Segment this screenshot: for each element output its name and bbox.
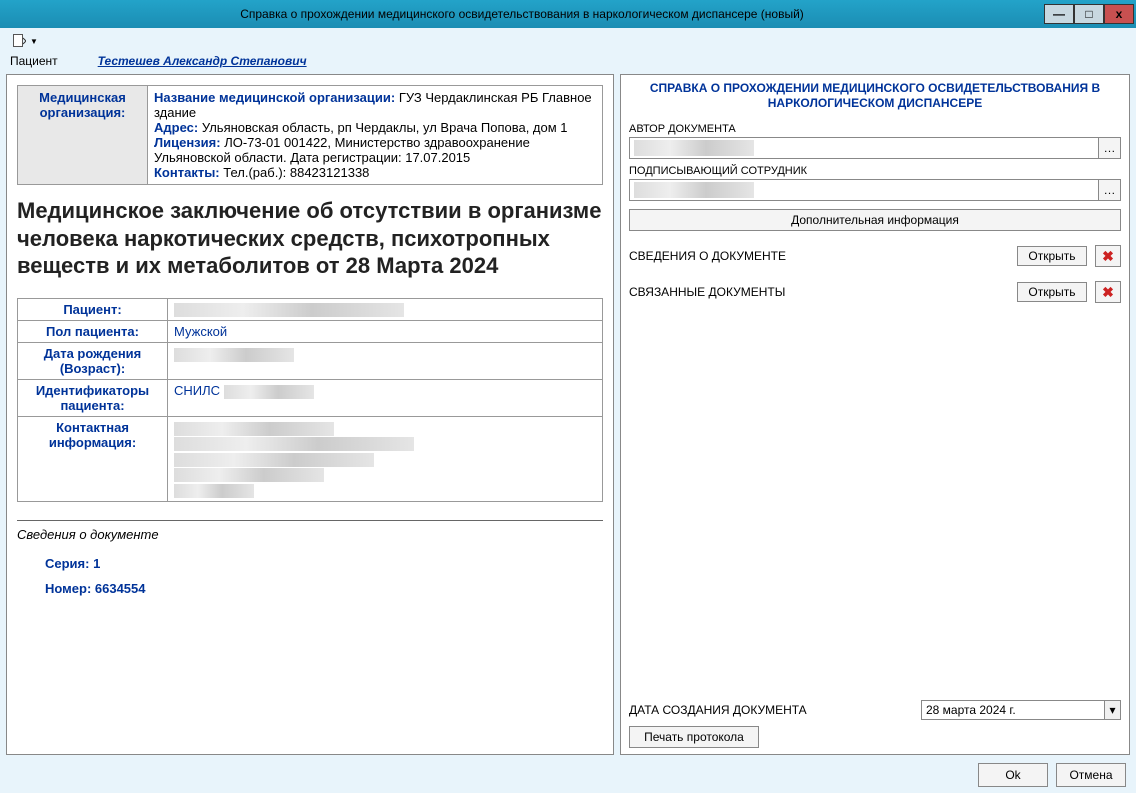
signer-input[interactable]: [629, 179, 1099, 201]
date-row: ДАТА СОЗДАНИЯ ДОКУМЕНТА 28 марта 2024 г.…: [629, 700, 1121, 720]
patient-link[interactable]: Тестешев Александр Степанович: [98, 54, 307, 68]
pt-dob-label: Дата рождения (Возраст):: [18, 343, 168, 380]
signer-label: ПОДПИСЫВАЮЩИЙ СОТРУДНИК: [629, 165, 1121, 177]
app-body: ▼ Пациент Тестешев Александр Степанович …: [0, 28, 1136, 793]
org-value-cell: Название медицинской организации: ГУЗ Че…: [148, 86, 603, 185]
related-docs-delete-button[interactable]: ✖: [1095, 281, 1121, 303]
org-table: Медицинская организация: Название медици…: [17, 85, 603, 185]
close-button[interactable]: x: [1104, 4, 1134, 24]
document-menu-icon[interactable]: [10, 32, 28, 50]
window-controls: — □ x: [1044, 4, 1134, 24]
maximize-button[interactable]: □: [1074, 4, 1104, 24]
extra-info-button[interactable]: Дополнительная информация: [629, 209, 1121, 231]
window-title: Справка о прохождении медицинского освид…: [0, 7, 1044, 21]
org-lic-label: Лицензия:: [154, 135, 221, 150]
author-label: АВТОР ДОКУМЕНТА: [629, 123, 1121, 135]
ok-button[interactable]: Ok: [978, 763, 1048, 787]
date-dropdown-icon[interactable]: ▾: [1104, 701, 1120, 719]
pt-sex-label: Пол пациента:: [18, 321, 168, 343]
print-protocol-button[interactable]: Печать протокола: [629, 726, 759, 748]
main-split: Медицинская организация: Название медици…: [6, 74, 1130, 755]
related-docs-label: СВЯЗАННЫЕ ДОКУМЕНТЫ: [629, 285, 1009, 299]
org-row-label: Медицинская организация:: [18, 86, 148, 185]
doc-info-row-label: СВЕДЕНИЯ О ДОКУМЕНТЕ: [629, 249, 1009, 263]
patient-bar: Пациент Тестешев Александр Степанович: [6, 52, 1130, 74]
date-input[interactable]: 28 марта 2024 г. ▾: [921, 700, 1121, 720]
pt-ids-label: Идентификаторы пациента:: [18, 380, 168, 417]
pt-patient-label: Пациент:: [18, 298, 168, 321]
cancel-button[interactable]: Отмена: [1056, 763, 1126, 787]
author-input-row: …: [629, 137, 1121, 159]
org-name-label: Название медицинской организации:: [154, 90, 395, 105]
author-input[interactable]: [629, 137, 1099, 159]
form-spacer: [629, 303, 1121, 694]
signer-picker-button[interactable]: …: [1099, 179, 1121, 201]
titlebar: Справка о прохождении медицинского освид…: [0, 0, 1136, 28]
pt-sex-value: Мужской: [168, 321, 603, 343]
doc-info-heading: Сведения о документе: [17, 527, 603, 542]
doc-info-open-button[interactable]: Открыть: [1017, 246, 1087, 266]
signer-input-row: …: [629, 179, 1121, 201]
org-addr-value: Ульяновская область, рп Чердаклы, ул Вра…: [202, 120, 568, 135]
doc-number: Номер: 6634554: [45, 581, 603, 596]
patient-table: Пациент: Пол пациента: Мужской Дата рожд…: [17, 298, 603, 502]
form-panel: СПРАВКА О ПРОХОЖДЕНИИ МЕДИЦИНСКОГО ОСВИД…: [620, 74, 1130, 755]
pt-dob-value: [168, 343, 603, 380]
patient-bar-label: Пациент: [10, 54, 58, 68]
pt-contact-value: [168, 417, 603, 502]
minimize-button[interactable]: —: [1044, 4, 1074, 24]
menu-dropdown-icon[interactable]: ▼: [30, 37, 38, 46]
org-contacts-label: Контакты:: [154, 165, 220, 180]
document-preview[interactable]: Медицинская организация: Название медици…: [6, 74, 614, 755]
menubar: ▼: [6, 30, 1130, 52]
divider: [17, 520, 603, 521]
pt-contact-label: Контактная информация:: [18, 417, 168, 502]
pt-ids-value: СНИЛС: [168, 380, 603, 417]
doc-info-delete-button[interactable]: ✖: [1095, 245, 1121, 267]
org-addr-label: Адрес:: [154, 120, 198, 135]
org-contacts-value: Тел.(раб.): 88423121338: [223, 165, 369, 180]
pt-ids-prefix: СНИЛС: [174, 383, 220, 398]
author-picker-button[interactable]: …: [1099, 137, 1121, 159]
footer-buttons: Ok Отмена: [6, 755, 1130, 787]
related-docs-open-button[interactable]: Открыть: [1017, 282, 1087, 302]
doc-series: Серия: 1: [45, 556, 603, 571]
pt-patient-value: [168, 298, 603, 321]
doc-info-row: СВЕДЕНИЯ О ДОКУМЕНТЕ Открыть ✖: [629, 245, 1121, 267]
date-value: 28 марта 2024 г.: [926, 703, 1016, 717]
related-docs-row: СВЯЗАННЫЕ ДОКУМЕНТЫ Открыть ✖: [629, 281, 1121, 303]
date-label: ДАТА СОЗДАНИЯ ДОКУМЕНТА: [629, 703, 913, 717]
form-title: СПРАВКА О ПРОХОЖДЕНИИ МЕДИЦИНСКОГО ОСВИД…: [629, 81, 1121, 111]
document-title: Медицинское заключение об отсутствии в о…: [17, 197, 603, 280]
